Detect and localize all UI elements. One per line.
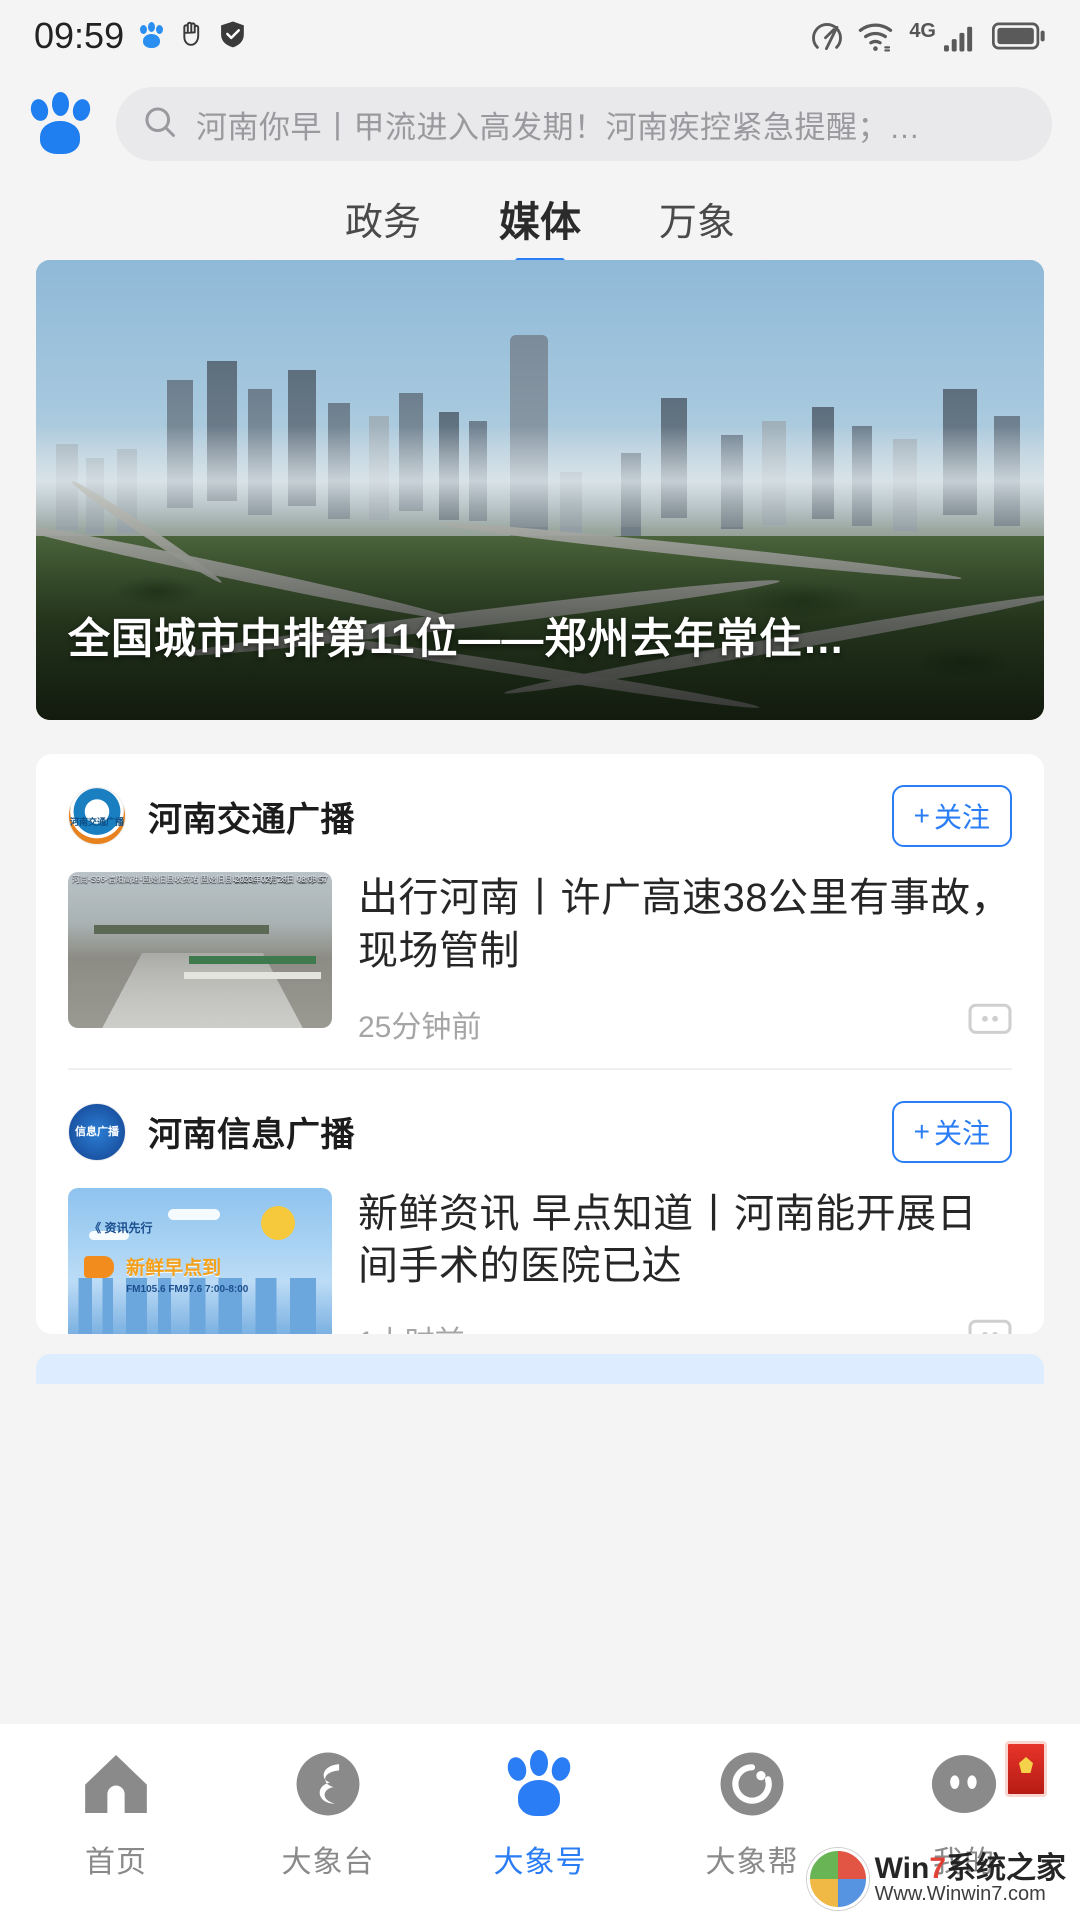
paw-icon: [138, 22, 166, 50]
feed-item-text: 新鲜资讯 早点知道丨河南能开展日间手术的医院已达 1小时前: [358, 1188, 1012, 1334]
search-placeholder-text: 河南你早丨甲流进入高发期！河南疾控紧急提醒；…: [196, 109, 921, 145]
nav-item-daxianghao[interactable]: 大象号: [451, 1747, 629, 1881]
feed-source-name: 河南信息广播: [148, 1116, 355, 1155]
app-root: 09:59 4G 河南你早丨甲流进入高发期！河南疾控紧急提醒；… 政务 媒体 万…: [0, 0, 1080, 1920]
hand-icon: [180, 19, 206, 54]
comment-icon[interactable]: [968, 1003, 1012, 1044]
plus-icon: +: [913, 1115, 930, 1147]
nav-label: 我的: [933, 1846, 995, 1879]
hero-gradient-scrim: [36, 480, 1044, 720]
tab-label: 媒体: [499, 199, 581, 245]
article-title[interactable]: 出行河南丨许广高速38公里有事故，现场管制: [358, 872, 1012, 978]
tab-zhengwu[interactable]: 政务: [341, 191, 425, 246]
article-timestamp: 25分钟前: [358, 1010, 482, 1044]
elephant-paw-logo-icon[interactable]: [28, 91, 94, 157]
cloud-icon: [168, 1209, 221, 1221]
avatar[interactable]: 信息广播: [68, 1102, 126, 1161]
search-icon: [142, 104, 178, 145]
sun-icon: [261, 1206, 296, 1241]
search-input[interactable]: 河南你早丨甲流进入高发期！河南疾控紧急提醒；…: [116, 87, 1052, 161]
article-thumbnail[interactable]: 河南-S96-信阳高速-固始旧县收费站 固始旧县收费站（内广场）-上行-东 20…: [68, 872, 332, 1028]
nav-label: 首页: [85, 1846, 147, 1879]
feed-item[interactable]: 信息广播 河南信息广播 + 关注 《 资讯先行 新鲜早点到 FM105.6 FM…: [36, 1070, 1044, 1334]
feed-item-body: 《 资讯先行 新鲜早点到 FM105.6 FM97.6 7:00-8:00 新鲜…: [68, 1187, 1012, 1334]
battery-icon: [992, 21, 1046, 51]
network-type-label: 4G: [909, 20, 936, 42]
feed-item-meta: 1小时前: [358, 1317, 1012, 1334]
help-icon: [715, 1747, 789, 1821]
thumbnail-kicker-text: 《 资讯先行: [89, 1220, 153, 1235]
feed-item[interactable]: 河南交通广播 河南交通广播 + 关注 河南-S96-信阳高速-固始旧县收费站 固…: [36, 754, 1044, 1068]
article-timestamp: 1小时前: [358, 1317, 968, 1334]
follow-button[interactable]: + 关注: [891, 785, 1012, 847]
nav-label: 大象帮: [705, 1846, 799, 1879]
status-bar: 09:59 4G: [0, 0, 1080, 72]
feed-item-header: 河南交通广播 河南交通广播 + 关注: [68, 784, 1012, 848]
plus-icon: +: [913, 800, 930, 831]
tab-label: 政务: [344, 201, 421, 244]
hero-banner[interactable]: 全国城市中排第11位——郑州去年常住…: [36, 260, 1044, 720]
nav-label: 大象台: [281, 1846, 375, 1879]
follow-label: 关注: [933, 802, 990, 833]
avatar-label: 信息广播: [75, 1125, 119, 1138]
follow-label: 关注: [933, 1117, 990, 1149]
tv-icon: [291, 1747, 365, 1821]
shield-icon: [220, 19, 246, 54]
nav-label: 大象号: [493, 1846, 587, 1879]
next-card-peek[interactable]: [36, 1354, 1044, 1384]
red-envelope-badge-icon[interactable]: [1005, 1741, 1047, 1797]
avatar-label: 河南交通广播: [69, 816, 124, 827]
status-time: 09:59: [34, 15, 125, 56]
tab-wanxiang[interactable]: 万象: [655, 191, 739, 246]
status-bar-right: 4G: [809, 18, 1046, 54]
feed-item-text: 出行河南丨许广高速38公里有事故，现场管制 25分钟前: [358, 872, 1012, 1046]
article-thumbnail[interactable]: 《 资讯先行 新鲜早点到 FM105.6 FM97.6 7:00-8:00: [68, 1187, 332, 1334]
article-title[interactable]: 新鲜资讯 早点知道丨河南能开展日间手术的医院已达: [358, 1188, 1012, 1294]
feed-source-name: 河南交通广播: [148, 800, 355, 839]
tab-label: 万象: [659, 201, 736, 244]
hero-title: 全国城市中排第11位——郑州去年常住…: [68, 615, 846, 662]
thumbnail-frequency-text: FM105.6 FM97.6 7:00-8:00: [126, 1284, 249, 1296]
home-icon: [79, 1747, 153, 1821]
thumbnail-timestamp-text: 2023年02月28日 08:08:57: [235, 875, 328, 884]
speedometer-icon: [809, 18, 845, 54]
tab-meiti[interactable]: 媒体: [495, 188, 585, 264]
avatar[interactable]: 河南交通广播: [68, 787, 126, 845]
media-feed-card: 河南交通广播 河南交通广播 + 关注 河南-S96-信阳高速-固始旧县收费站 固…: [36, 754, 1044, 1334]
feed-item-header: 信息广播 河南信息广播 + 关注: [68, 1100, 1012, 1164]
signal-icon: [942, 19, 980, 53]
megaphone-icon: [83, 1256, 114, 1279]
status-bar-left: 09:59: [34, 15, 246, 57]
follow-button[interactable]: + 关注: [891, 1100, 1012, 1163]
nav-item-profile[interactable]: 我的: [875, 1741, 1053, 1881]
nav-item-daxiangtai[interactable]: 大象台: [239, 1747, 417, 1881]
app-header: 河南你早丨甲流进入高发期！河南疾控紧急提醒；…: [0, 72, 1080, 176]
thumbnail-title-text: 新鲜早点到: [126, 1258, 222, 1280]
profile-icon: [927, 1747, 1001, 1821]
nav-item-home[interactable]: 首页: [27, 1747, 205, 1881]
nav-item-daxiangbang[interactable]: 大象帮: [663, 1747, 841, 1881]
comment-icon[interactable]: [968, 1319, 1012, 1334]
feed-item-body: 河南-S96-信阳高速-固始旧县收费站 固始旧县收费站（内广场）-上行-东 20…: [68, 872, 1012, 1046]
bottom-navigation-bar: 首页 大象台 大象号 大象帮 我的: [0, 1724, 1080, 1920]
paw-icon: [503, 1747, 577, 1821]
wifi-icon: [857, 19, 897, 53]
feed-item-meta: 25分钟前: [358, 1002, 1012, 1046]
category-tabs: 政务 媒体 万象: [0, 176, 1080, 264]
